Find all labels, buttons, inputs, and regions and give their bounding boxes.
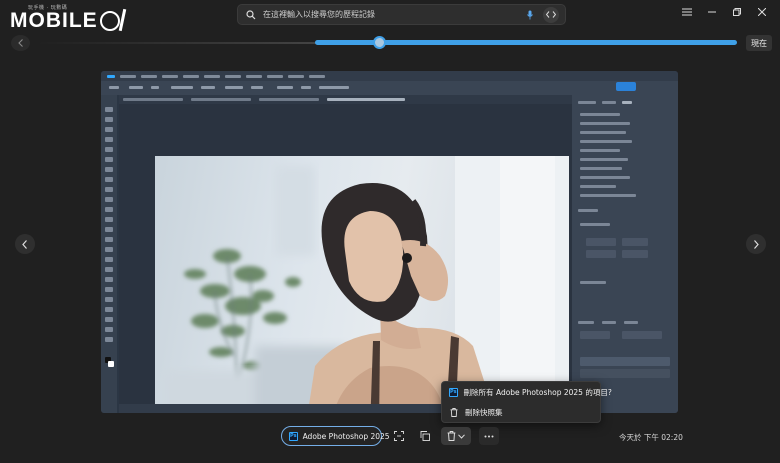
minimize-icon[interactable] — [699, 2, 724, 22]
trash-icon — [447, 431, 456, 441]
scan-text-button[interactable] — [390, 427, 408, 445]
photoshop-panels — [572, 95, 678, 413]
restore-icon[interactable] — [724, 2, 749, 22]
copy-button[interactable] — [416, 427, 434, 445]
ellipsis-icon — [484, 435, 494, 437]
menu-item-label: 刪除所有 Adobe Photoshop 2025 的項目? — [463, 387, 612, 397]
snapshot-image[interactable] — [101, 71, 678, 413]
photo-canvas — [155, 156, 569, 413]
delete-all-app-items-menu-item[interactable]: Ps 刪除所有 Adobe Photoshop 2025 的項目? — [442, 382, 612, 402]
now-button[interactable]: 現在 — [746, 35, 772, 51]
delete-snapshot-menu-item[interactable]: 刪除快照集 — [442, 402, 600, 422]
photoshop-canvas-area — [119, 104, 572, 413]
photoshop-icon: Ps — [449, 387, 458, 397]
scan-icon — [394, 431, 404, 441]
previous-snapshot-button[interactable] — [15, 234, 35, 254]
menu-item-label: 刪除快照集 — [465, 407, 503, 417]
photoshop-menubar — [101, 71, 678, 81]
close-icon[interactable] — [749, 2, 774, 22]
timeline-slider-handle[interactable] — [373, 36, 386, 49]
app-filter-button[interactable]: Ps Adobe Photoshop 2025 — [281, 426, 390, 446]
logo-mark — [99, 11, 120, 31]
photoshop-options-bar — [101, 81, 678, 95]
logo-text: MOBILE — [10, 9, 98, 32]
microphone-icon[interactable] — [525, 8, 535, 22]
search-icon — [244, 8, 258, 22]
next-snapshot-button[interactable] — [746, 234, 766, 254]
search-box[interactable]: 在這裡輸入以搜尋您的歷程記錄 — [237, 4, 566, 25]
more-actions-button[interactable] — [479, 427, 499, 445]
photoshop-share-button — [616, 82, 636, 91]
snapshot-timestamp: 今天於 下午 02:20 — [619, 433, 683, 442]
chevron-down-icon — [458, 433, 465, 439]
photoshop-icon: Ps — [289, 431, 298, 441]
delete-dropdown-button[interactable] — [441, 427, 471, 445]
context-menu: Ps 刪除所有 Adobe Photoshop 2025 的項目? 刪除快照集 — [441, 381, 612, 423]
app-filter-label: Adobe Photoshop 2025 — [302, 431, 390, 441]
photoshop-document-tabs — [119, 95, 579, 104]
window-controls — [674, 2, 774, 22]
search-input[interactable]: 在這裡輸入以搜尋您的歷程記錄 — [263, 9, 525, 20]
code-icon[interactable] — [543, 6, 559, 23]
trash-icon — [449, 407, 459, 417]
timeline-back-button[interactable] — [11, 35, 30, 51]
photoshop-toolbar — [101, 95, 117, 413]
mobile01-logo: 玩手機 · 玩數碼 MOBILE — [10, 5, 120, 32]
logo-subtitle: 玩手機 · 玩數碼 — [28, 5, 68, 11]
more-options-icon[interactable] — [674, 2, 699, 22]
copy-icon — [420, 431, 430, 441]
